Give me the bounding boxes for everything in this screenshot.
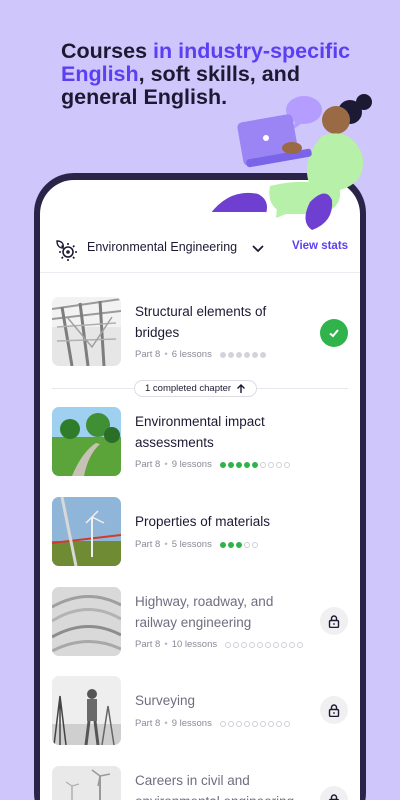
progress-dot [251, 720, 258, 727]
progress-dot [251, 351, 258, 358]
progress-dot [267, 461, 274, 468]
lesson-part: Part 8 [135, 639, 161, 650]
headline-part1: Courses [61, 39, 154, 63]
progress-dot [283, 720, 290, 727]
progress-dots [219, 541, 258, 548]
chapter-divider: 1 completed chapter [52, 380, 348, 397]
locked-badge [320, 607, 348, 635]
header-divider [40, 272, 360, 273]
lesson-title: Environmental impact assessments [135, 414, 265, 450]
lesson-count: 9 lessons [171, 459, 212, 470]
lesson-item[interactable]: Careers in civil and environmental engin… [40, 766, 360, 800]
lesson-item[interactable]: Structural elements of bridges Part 8 • … [40, 297, 360, 369]
progress-dot [227, 461, 234, 468]
lesson-meta: Part 8 • 5 lessons [135, 539, 258, 550]
progress-dots [219, 351, 266, 358]
student-laptop-illustration [208, 94, 372, 230]
progress-dot [225, 641, 232, 648]
progress-dot [251, 541, 258, 548]
lesson-part: Part 8 [135, 349, 161, 360]
progress-dot [265, 641, 272, 648]
lesson-thumbnail [52, 497, 121, 566]
progress-dot [259, 351, 266, 358]
progress-dot [219, 351, 226, 358]
lesson-thumbnail [52, 766, 121, 800]
lesson-meta: Part 8 • 9 lessons [135, 459, 290, 470]
lesson-part: Part 8 [135, 459, 161, 470]
progress-dot [275, 461, 282, 468]
progress-dot [297, 641, 304, 648]
lesson-count: 9 lessons [171, 718, 212, 729]
progress-dot [243, 461, 250, 468]
progress-dot [243, 720, 250, 727]
lesson-meta: Part 8 • 9 lessons [135, 718, 290, 729]
lesson-item[interactable]: Properties of materials Part 8 • 5 lesso… [40, 497, 360, 569]
progress-dot [227, 541, 234, 548]
lesson-title: Surveying [135, 693, 196, 708]
lesson-count: 5 lessons [171, 539, 212, 550]
locked-badge [320, 786, 348, 800]
progress-dot [219, 541, 226, 548]
progress-dot [243, 351, 250, 358]
progress-dot [235, 541, 242, 548]
progress-dot [235, 351, 242, 358]
progress-dot [233, 641, 240, 648]
lesson-thumbnail [52, 297, 121, 366]
app-screen: Environmental Engineering View stats Str… [40, 180, 360, 800]
completed-chapter-toggle[interactable]: 1 completed chapter [134, 380, 258, 397]
progress-dot [227, 351, 234, 358]
progress-dot [219, 461, 226, 468]
lesson-title: Careers in civil and environmental engin… [135, 773, 294, 800]
progress-dot [249, 641, 256, 648]
lesson-meta: Part 8 • 10 lessons [135, 639, 304, 650]
progress-dot [243, 541, 250, 548]
locked-badge [320, 696, 348, 724]
progress-dot [259, 720, 266, 727]
gear-leaf-icon [56, 240, 77, 261]
lock-icon [328, 793, 340, 800]
progress-dot [273, 641, 280, 648]
check-icon [329, 329, 339, 338]
progress-dot [251, 461, 258, 468]
progress-dots [219, 461, 290, 468]
lesson-title: Structural elements of bridges [135, 304, 267, 340]
lesson-part: Part 8 [135, 718, 161, 729]
lesson-count: 6 lessons [171, 349, 212, 360]
progress-dot [289, 641, 296, 648]
progress-dot [235, 720, 242, 727]
lock-icon [328, 614, 340, 628]
lesson-thumbnail [52, 676, 121, 745]
lesson-part: Part 8 [135, 539, 161, 550]
progress-dot [219, 720, 226, 727]
progress-dot [257, 641, 264, 648]
arrow-up-icon [237, 383, 246, 393]
lesson-count: 10 lessons [171, 639, 218, 650]
progress-dot [275, 720, 282, 727]
progress-dot [241, 641, 248, 648]
lesson-meta: Part 8 • 6 lessons [135, 349, 266, 360]
lesson-title: Properties of materials [135, 514, 271, 529]
lock-icon [328, 703, 340, 717]
lesson-thumbnail [52, 407, 121, 476]
lesson-item[interactable]: Surveying Part 8 • 9 lessons [40, 676, 360, 748]
lesson-item[interactable]: Environmental impact assessments Part 8 … [40, 407, 360, 479]
progress-dot [283, 461, 290, 468]
lesson-item[interactable]: Highway, roadway, and railway engineerin… [40, 587, 360, 659]
progress-dot [259, 461, 266, 468]
progress-dots [219, 720, 290, 727]
lesson-thumbnail [52, 587, 121, 656]
progress-dots [225, 641, 304, 648]
progress-dot [235, 461, 242, 468]
chapter-label: 1 completed chapter [145, 383, 232, 394]
progress-dot [227, 720, 234, 727]
completed-badge [320, 319, 348, 347]
progress-dot [281, 641, 288, 648]
progress-dot [267, 720, 274, 727]
lesson-title: Highway, roadway, and railway engineerin… [135, 594, 274, 630]
